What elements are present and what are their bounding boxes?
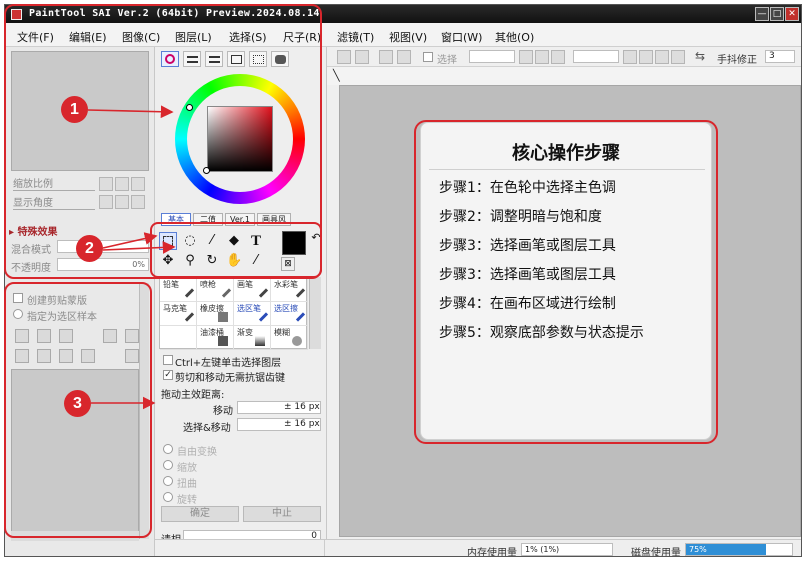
brush-tool-grid: 铅笔 喷枪 画笔 水彩笔 马克笔 橡皮擦 选区笔 选区擦 油漆桶 渐变 模糊: [159, 277, 308, 350]
brush-bucket[interactable]: 油漆桶: [197, 326, 234, 350]
brush-empty[interactable]: [160, 326, 197, 350]
zoom-select[interactable]: [469, 50, 515, 63]
brush-select-eraser[interactable]: 选区擦: [271, 302, 308, 326]
brush-label: 画笔: [237, 280, 253, 289]
transform-scale-label: 缩放: [177, 463, 197, 474]
transform-rotate-label: 旋转: [177, 495, 197, 506]
brush-label: 模糊: [274, 328, 290, 337]
airbrush-icon: [221, 288, 232, 298]
brush-eraser[interactable]: 橡皮擦: [197, 302, 234, 326]
move-distance-field[interactable]: ± 16 px: [237, 401, 321, 414]
brush-brush[interactable]: 画笔: [234, 278, 271, 302]
select-move-label: 选择&移动: [183, 423, 231, 434]
brush-label: 喷枪: [200, 280, 216, 289]
brush-marker[interactable]: 马克笔: [160, 302, 197, 326]
brush-scrollbar[interactable]: [309, 277, 321, 349]
redo-icon[interactable]: [355, 50, 369, 64]
brush-pencil[interactable]: 铅笔: [160, 278, 197, 302]
maximize-button[interactable]: □: [770, 7, 784, 21]
menu-view[interactable]: 视图(V): [389, 29, 427, 45]
select-move-field[interactable]: ± 16 px: [237, 418, 321, 431]
canvas-tabs: ╲: [327, 67, 801, 85]
brush-select-pen[interactable]: 选区笔: [234, 302, 271, 326]
canvas-toolbar: 选择 ⇆ 手抖修正 3: [327, 47, 801, 67]
rotate-left-icon[interactable]: [623, 50, 637, 64]
status-bar: 内存使用量 1% (1%) 磁盘使用量 75%: [155, 539, 801, 557]
brush-label: 铅笔: [163, 280, 179, 289]
cancel-button[interactable]: 中止: [243, 506, 321, 522]
brush-label: 马克笔: [163, 304, 187, 313]
callout-1: 1: [61, 96, 88, 123]
flip-icon[interactable]: [671, 50, 685, 64]
angle-select[interactable]: [573, 50, 619, 63]
brush-label: 渐变: [237, 328, 253, 337]
annotation-box-2: [150, 222, 322, 278]
disk-progress: 75%: [685, 543, 793, 556]
brush-icon: [258, 288, 269, 298]
selection-label: 选择: [437, 55, 457, 66]
status-left-cell: [159, 540, 325, 556]
ok-button[interactable]: 确定: [161, 506, 239, 522]
brush-watercolor[interactable]: 水彩笔: [271, 278, 308, 302]
transform-rotate-radio[interactable]: [163, 492, 173, 502]
stabilizer-label: 手抖修正: [717, 55, 757, 66]
check-icon: ✓: [164, 370, 172, 380]
brush-label: 选区擦: [274, 304, 298, 313]
invert-selection-icon[interactable]: [397, 50, 411, 64]
rotate-right-icon[interactable]: [639, 50, 653, 64]
bucket-icon: [218, 336, 228, 346]
menu-filter[interactable]: 滤镜(T): [337, 29, 374, 45]
brush-blur[interactable]: 模糊: [271, 326, 308, 350]
blur-icon: [292, 336, 302, 346]
pencil-icon: [184, 288, 195, 298]
no-aa-checkbox[interactable]: ✓: [163, 370, 173, 380]
memory-value: 1% (1%): [521, 543, 613, 556]
brush-gradient[interactable]: 渐变: [234, 326, 271, 350]
rotate-reset-icon[interactable]: [655, 50, 669, 64]
ctrl-click-label: Ctrl+左键单击选择图层: [175, 358, 282, 369]
menu-other[interactable]: 其他(O): [495, 29, 534, 45]
stabilizer-icon: ⇆: [695, 49, 706, 63]
stabilizer-select[interactable]: 3: [765, 50, 795, 63]
callout-3: 3: [64, 390, 91, 417]
zoom-in-icon[interactable]: [535, 50, 549, 64]
ctrl-click-checkbox[interactable]: [163, 355, 173, 365]
transform-free-radio[interactable]: [163, 444, 173, 454]
transform-distort-radio[interactable]: [163, 476, 173, 486]
transform-free-label: 自由变换: [177, 447, 217, 458]
zoom-out-icon[interactable]: [519, 50, 533, 64]
transform-scale-radio[interactable]: [163, 460, 173, 470]
deselect-icon[interactable]: [379, 50, 393, 64]
brush-airbrush[interactable]: 喷枪: [197, 278, 234, 302]
disk-label: 磁盘使用量: [631, 548, 681, 557]
zoom-fit-icon[interactable]: [551, 50, 565, 64]
eraser-icon: [218, 312, 228, 322]
selection-toggle-checkbox[interactable]: [423, 52, 433, 62]
memory-label: 内存使用量: [467, 548, 517, 557]
move-distance-label: 移动: [213, 406, 233, 417]
close-button[interactable]: ✕: [785, 7, 799, 21]
annotation-box-steps: [414, 120, 718, 444]
undo-icon[interactable]: [337, 50, 351, 64]
gradient-icon: [255, 336, 265, 346]
brush-label: 水彩笔: [274, 280, 298, 289]
pen-icon[interactable]: ╲: [333, 69, 340, 82]
transform-distort-label: 扭曲: [177, 479, 197, 490]
disk-value: 75%: [689, 545, 707, 554]
menu-window[interactable]: 窗口(W): [441, 29, 482, 45]
minimize-button[interactable]: —: [755, 7, 769, 21]
drag-distance-label: 拖动主效距离:: [161, 390, 225, 401]
brush-label: 选区笔: [237, 304, 261, 313]
callout-2: 2: [76, 235, 103, 262]
no-aa-label: 剪切和移动无需抗锯齿键: [175, 373, 285, 384]
